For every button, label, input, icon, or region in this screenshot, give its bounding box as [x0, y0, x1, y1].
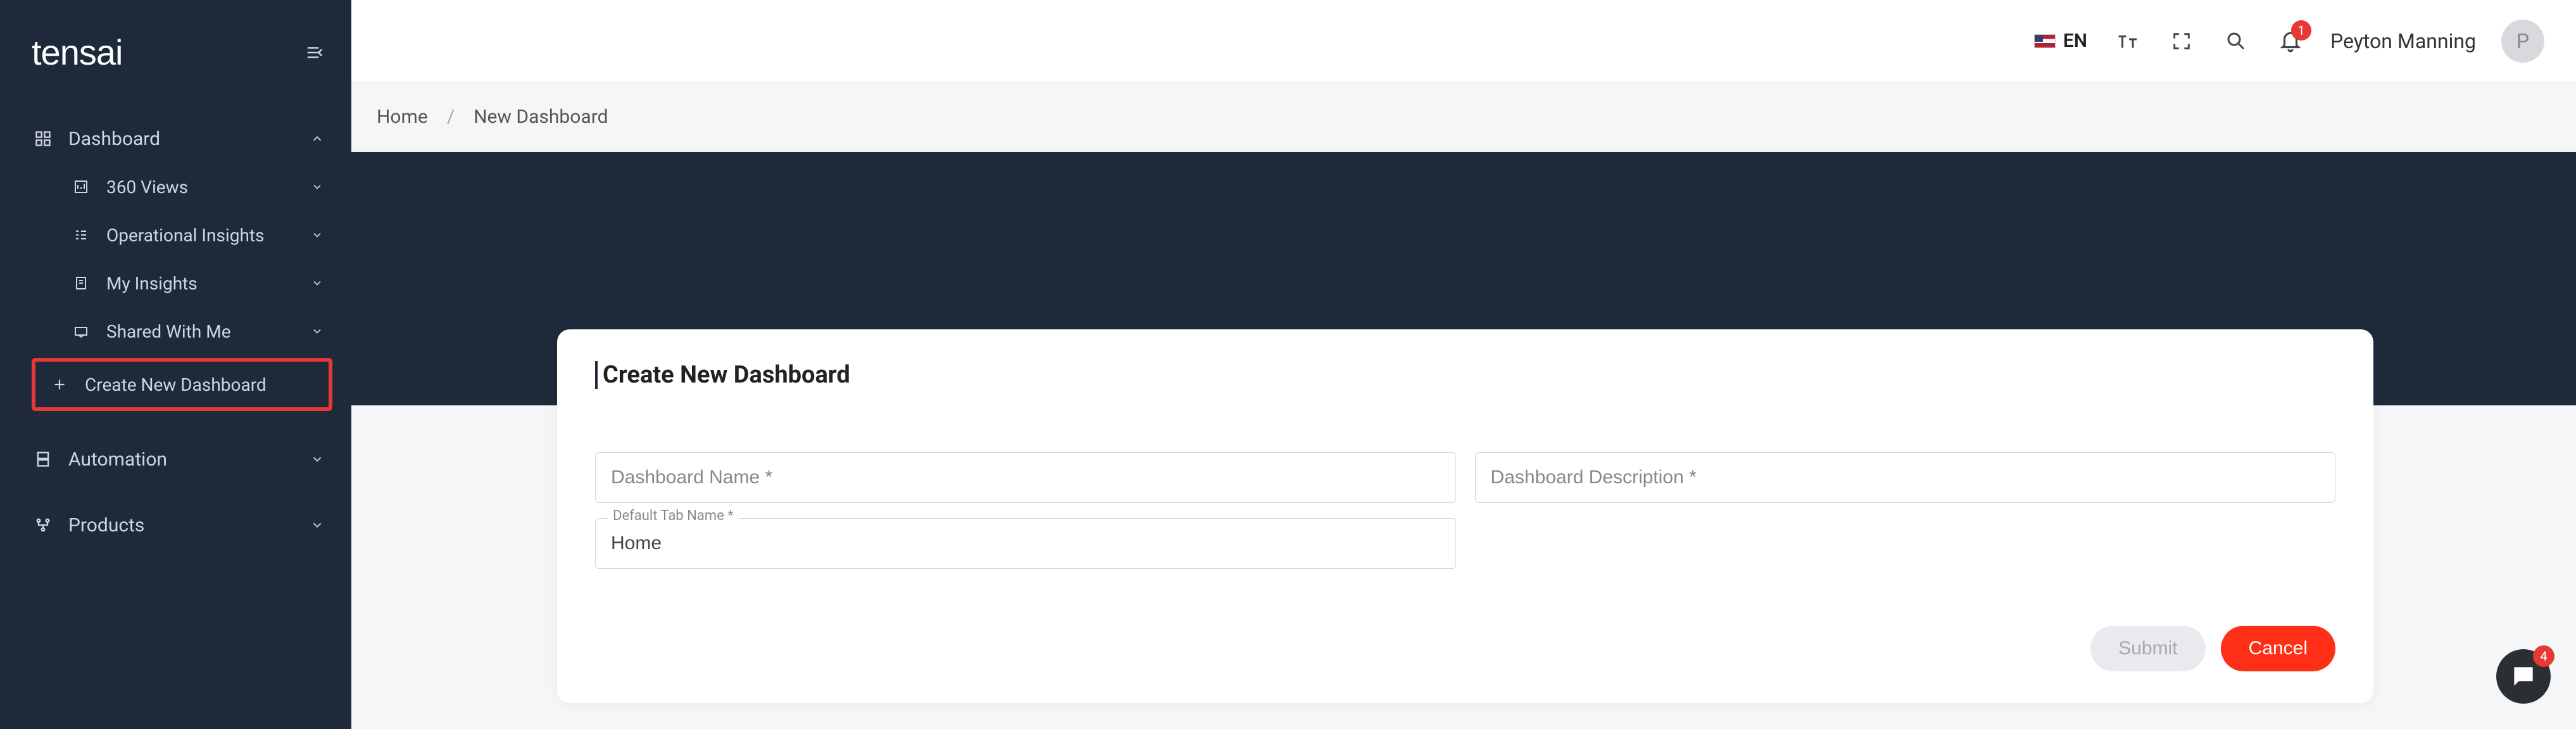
- cancel-button[interactable]: Cancel: [2221, 626, 2335, 671]
- sidebar-item-create-new-dashboard[interactable]: Create New Dashboard: [32, 358, 332, 411]
- chevron-up-icon: [306, 127, 329, 150]
- flag-us-icon: [2034, 34, 2056, 48]
- text-size-icon[interactable]: [2113, 27, 2142, 56]
- avatar[interactable]: P: [2501, 20, 2544, 63]
- language-code: EN: [2063, 30, 2087, 52]
- search-icon[interactable]: [2221, 27, 2251, 56]
- breadcrumb-home[interactable]: Home: [377, 106, 428, 128]
- sidebar-label-automation: Automation: [68, 448, 167, 471]
- sidebar: tensai Dashboard 360 View: [0, 0, 351, 729]
- sidebar-label-myinsights: My Insights: [106, 273, 198, 294]
- sidebar-item-dashboard[interactable]: Dashboard: [0, 115, 351, 163]
- top-header: EN 1 Peyton Manning P: [351, 0, 2576, 82]
- sidebar-label-shared: Shared With Me: [106, 321, 231, 342]
- breadcrumb: Home / New Dashboard: [351, 82, 2576, 152]
- chevron-down-icon: [306, 175, 329, 198]
- breadcrumb-current: New Dashboard: [474, 106, 608, 128]
- plus-icon: [48, 373, 71, 396]
- chat-badge: 4: [2533, 645, 2554, 667]
- default-tab-label: Default Tab Name *: [608, 508, 739, 524]
- submit-button[interactable]: Submit: [2090, 626, 2205, 671]
- fullscreen-icon[interactable]: [2167, 27, 2196, 56]
- chevron-down-icon: [306, 448, 329, 471]
- share-icon: [70, 320, 92, 343]
- brand-logo[interactable]: tensai: [32, 32, 122, 73]
- sidebar-item-products[interactable]: Products: [0, 501, 351, 549]
- sidebar-item-my-insights[interactable]: My Insights: [0, 259, 351, 307]
- dashboard-description-input[interactable]: [1475, 452, 2336, 503]
- collapse-sidebar-icon[interactable]: [303, 41, 326, 64]
- chevron-down-icon: [306, 514, 329, 536]
- sidebar-label-products: Products: [68, 514, 144, 536]
- products-icon: [32, 514, 54, 536]
- automation-icon: [32, 448, 54, 471]
- username-label[interactable]: Peyton Manning: [2330, 29, 2476, 53]
- sidebar-label-dashboard: Dashboard: [68, 128, 160, 150]
- sidebar-item-360-views[interactable]: 360 Views: [0, 163, 351, 211]
- language-selector[interactable]: EN: [2034, 30, 2087, 52]
- chevron-down-icon: [306, 320, 329, 343]
- chevron-down-icon: [306, 272, 329, 295]
- sidebar-item-operational-insights[interactable]: Operational Insights: [0, 211, 351, 259]
- sidebar-label-create: Create New Dashboard: [85, 374, 267, 395]
- dashboard-icon: [32, 127, 54, 150]
- create-dashboard-card: Create New Dashboard Default Tab Name * …: [557, 329, 2373, 703]
- card-title: Create New Dashboard: [595, 361, 850, 389]
- notifications-button[interactable]: 1: [2276, 27, 2305, 56]
- sidebar-label-operational: Operational Insights: [106, 225, 264, 246]
- document-icon: [70, 272, 92, 295]
- default-tab-name-input[interactable]: [595, 518, 1456, 569]
- breadcrumb-separator: /: [447, 106, 455, 128]
- dashboard-name-input[interactable]: [595, 452, 1456, 503]
- sidebar-item-shared-with-me[interactable]: Shared With Me: [0, 307, 351, 355]
- chart-icon: [70, 175, 92, 198]
- chat-fab[interactable]: 4: [2496, 649, 2551, 704]
- chat-icon: [2510, 662, 2537, 690]
- notification-badge: 1: [2291, 20, 2311, 41]
- sidebar-label-360: 360 Views: [106, 177, 188, 198]
- sidebar-item-automation[interactable]: Automation: [0, 435, 351, 483]
- list-icon: [70, 224, 92, 246]
- chevron-down-icon: [306, 224, 329, 246]
